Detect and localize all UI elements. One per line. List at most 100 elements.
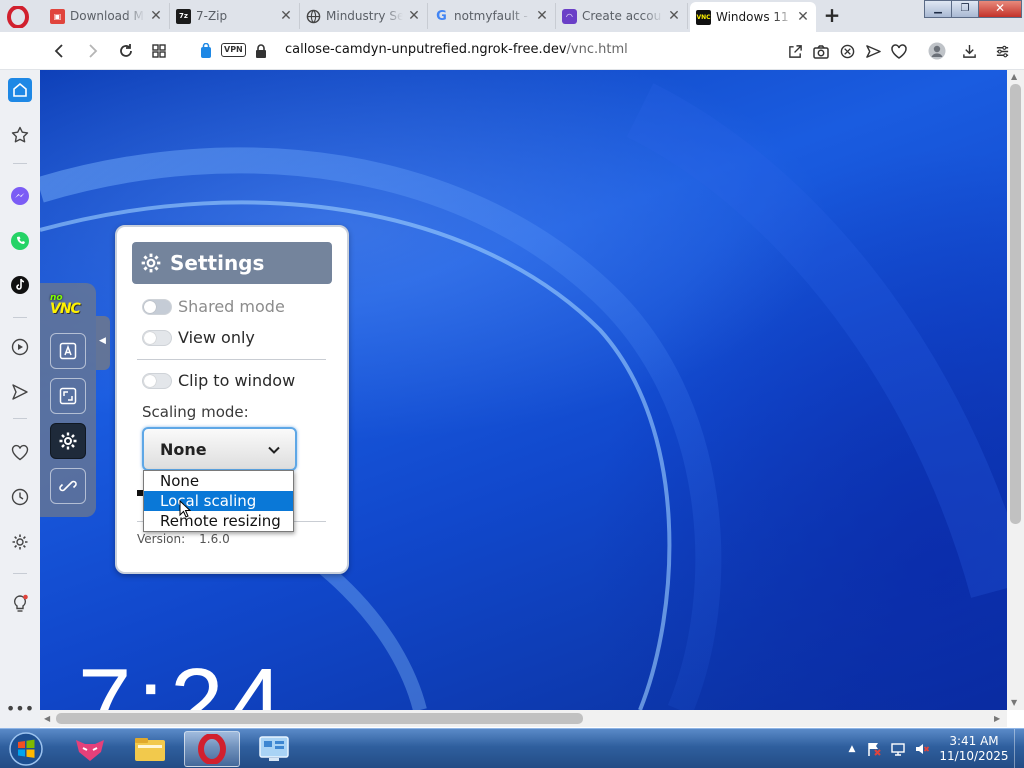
control-bar-handle[interactable]: ◀ bbox=[96, 316, 110, 370]
flow-send-icon[interactable] bbox=[8, 380, 32, 404]
tabs-grid-button[interactable] bbox=[149, 41, 169, 61]
tab-mindustry[interactable]: Mindustry Se ✕ bbox=[300, 3, 428, 29]
extra-keys-button[interactable] bbox=[50, 333, 86, 369]
vertical-scroll-thumb[interactable] bbox=[1010, 84, 1021, 524]
scaling-option-none[interactable]: None bbox=[144, 471, 293, 491]
google-icon: G bbox=[436, 8, 447, 24]
home-icon[interactable] bbox=[8, 78, 32, 102]
vpn-badge[interactable]: VPN bbox=[221, 43, 246, 57]
novnc-logo: no VNC bbox=[50, 293, 88, 319]
send-icon[interactable] bbox=[863, 41, 883, 61]
taskbar-app-control-panel[interactable] bbox=[246, 731, 302, 767]
tab-windows-11[interactable]: VNC Windows 11 ✕ bbox=[690, 2, 816, 32]
new-tab-button[interactable]: + bbox=[822, 5, 842, 26]
vnc-remote-viewport[interactable]: 7:24 no VNC ◀ Settings Shared mode View … bbox=[40, 70, 1007, 710]
horizontal-scroll-thumb[interactable] bbox=[56, 713, 583, 724]
gear-icon bbox=[141, 253, 161, 273]
easy-setup-icon[interactable] bbox=[992, 41, 1012, 61]
close-icon[interactable]: ✕ bbox=[407, 9, 421, 23]
profile-icon[interactable] bbox=[927, 41, 947, 61]
shared-mode-row: Shared mode bbox=[142, 297, 285, 316]
show-desktop-button[interactable] bbox=[1014, 729, 1024, 768]
opera-menu-icon[interactable] bbox=[7, 5, 29, 29]
chevron-down-icon bbox=[268, 446, 280, 454]
folder-icon bbox=[135, 738, 165, 761]
tray-date: 11/10/2025 bbox=[939, 749, 1009, 763]
view-only-toggle[interactable] bbox=[142, 329, 172, 346]
bookmarks-heart-icon[interactable] bbox=[8, 440, 32, 464]
sidebar-separator bbox=[13, 573, 27, 574]
download-icon[interactable] bbox=[959, 41, 979, 61]
control-panel-icon bbox=[259, 736, 289, 761]
action-center-flag-icon[interactable] bbox=[866, 741, 882, 757]
forward-button[interactable] bbox=[82, 41, 102, 61]
lock-icon[interactable] bbox=[251, 41, 271, 61]
close-icon[interactable]: ✕ bbox=[535, 9, 549, 23]
pink-fox-icon bbox=[76, 740, 104, 761]
fullscreen-button[interactable] bbox=[50, 378, 86, 414]
fullscreen-icon bbox=[59, 387, 77, 405]
url-field[interactable]: callose-camdyn-unputrefied.ngrok-free.de… bbox=[285, 42, 628, 57]
clip-to-window-row[interactable]: Clip to window bbox=[142, 371, 295, 390]
speed-dial-icon[interactable] bbox=[8, 123, 32, 147]
scaling-mode-dropdown: None Local scaling Remote resizing bbox=[143, 470, 294, 532]
settings-button[interactable] bbox=[50, 423, 86, 459]
scroll-right-icon[interactable]: ▶ bbox=[994, 714, 1000, 723]
camera-icon[interactable] bbox=[811, 41, 831, 61]
scroll-down-icon[interactable]: ▼ bbox=[1011, 698, 1017, 707]
close-icon[interactable]: ✕ bbox=[796, 10, 810, 24]
scaling-mode-select[interactable]: None bbox=[142, 427, 297, 471]
start-button[interactable] bbox=[4, 730, 48, 768]
player-icon[interactable] bbox=[8, 335, 32, 359]
tips-lightbulb-icon[interactable] bbox=[8, 592, 32, 616]
whatsapp-icon[interactable] bbox=[8, 229, 32, 253]
tab-create-account[interactable]: ◠ Create accou ✕ bbox=[556, 3, 688, 29]
tab-title: 7-Zip bbox=[196, 9, 228, 23]
disconnect-button[interactable] bbox=[50, 468, 86, 504]
scaling-option-remote[interactable]: Remote resizing bbox=[144, 511, 293, 531]
wallet-button[interactable] bbox=[196, 41, 216, 61]
vertical-scrollbar[interactable]: ▲ ▼ bbox=[1007, 70, 1024, 710]
reload-button[interactable] bbox=[116, 41, 136, 61]
settings-gear-icon[interactable] bbox=[8, 530, 32, 554]
tab-7zip[interactable]: 7z 7-Zip ✕ bbox=[170, 3, 300, 29]
panel-divider bbox=[137, 359, 326, 360]
network-icon[interactable] bbox=[890, 741, 906, 757]
windows-taskbar: ▲ 3:41 AM 11/10/2025 bbox=[0, 728, 1024, 768]
tray-expand-icon[interactable]: ▲ bbox=[844, 741, 860, 757]
messenger-icon[interactable] bbox=[8, 184, 32, 208]
horizontal-scrollbar[interactable]: ◀ ▶ bbox=[40, 710, 1007, 727]
scroll-left-icon[interactable]: ◀ bbox=[44, 714, 50, 723]
more-dots-icon[interactable]: ••• bbox=[6, 696, 34, 720]
sidebar-separator bbox=[13, 317, 27, 318]
scaling-option-local[interactable]: Local scaling bbox=[144, 491, 293, 511]
scaling-selected-value: None bbox=[160, 439, 207, 459]
adblock-icon[interactable] bbox=[837, 41, 857, 61]
tiktok-icon[interactable] bbox=[8, 273, 32, 297]
keyboard-a-icon bbox=[59, 342, 77, 360]
close-icon[interactable]: ✕ bbox=[667, 9, 681, 23]
heart-icon[interactable] bbox=[889, 41, 909, 61]
history-clock-icon[interactable] bbox=[8, 485, 32, 509]
tab-notmyfault[interactable]: G notmyfault - G ✕ bbox=[428, 3, 556, 29]
volume-muted-icon[interactable] bbox=[914, 741, 930, 757]
sidebar-separator bbox=[13, 163, 27, 164]
share-icon[interactable] bbox=[785, 41, 805, 61]
tab-bar: ▣ Download Mi ✕ 7z 7-Zip ✕ Mindustry Se … bbox=[0, 0, 1024, 32]
tab-download[interactable]: ▣ Download Mi ✕ bbox=[44, 3, 170, 29]
mouse-cursor-icon bbox=[179, 500, 191, 518]
scroll-up-icon[interactable]: ▲ bbox=[1011, 72, 1017, 81]
taskbar-app-explorer[interactable] bbox=[122, 731, 178, 767]
back-button[interactable] bbox=[50, 41, 70, 61]
close-window-button[interactable]: ✕ bbox=[978, 0, 1022, 18]
taskbar-app-game[interactable] bbox=[62, 731, 118, 767]
tray-clock[interactable]: 3:41 AM 11/10/2025 bbox=[936, 734, 1012, 764]
novnc-logo-vnc: VNC bbox=[50, 301, 81, 317]
close-icon[interactable]: ✕ bbox=[149, 9, 163, 23]
clip-to-window-toggle[interactable] bbox=[142, 372, 172, 389]
taskbar-app-opera[interactable] bbox=[184, 731, 240, 767]
minimize-button[interactable]: ▁ bbox=[924, 0, 952, 18]
maximize-button[interactable]: ❐ bbox=[951, 0, 979, 18]
view-only-row[interactable]: View only bbox=[142, 328, 255, 347]
close-icon[interactable]: ✕ bbox=[279, 9, 293, 23]
